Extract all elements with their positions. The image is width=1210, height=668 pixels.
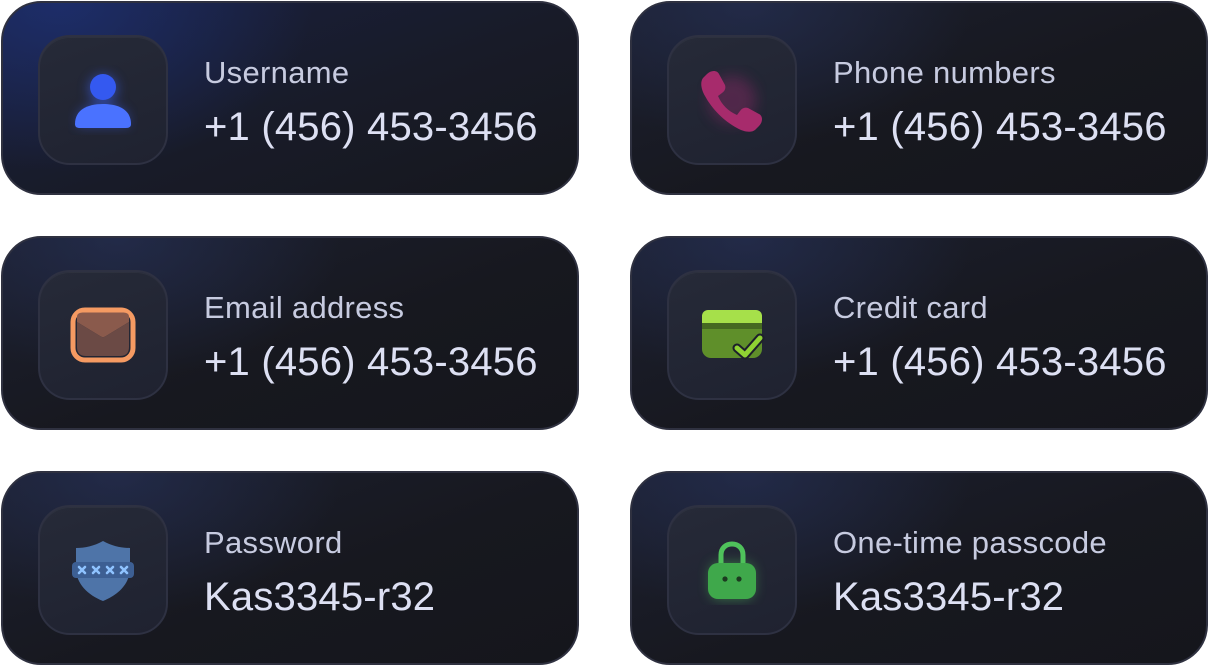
user-icon — [75, 74, 131, 128]
email-address-value: +1 (456) 453-3456 — [204, 340, 538, 384]
username-value: +1 (456) 453-3456 — [204, 105, 538, 149]
phone-icon-tile — [667, 35, 797, 165]
one-time-passcode-label: One-time passcode — [833, 525, 1107, 560]
email-address-label: Email address — [204, 290, 405, 325]
username-icon-tile — [38, 35, 168, 165]
one-time-passcode-value: Kas3345-r32 — [833, 575, 1065, 619]
credit-card-label: Credit card — [833, 290, 988, 325]
username-card[interactable]: Username +1 (456) 453-3456 — [1, 1, 579, 195]
password-icon-tile — [38, 505, 168, 635]
username-label: Username — [204, 55, 350, 90]
phone-numbers-value: +1 (456) 453-3456 — [833, 105, 1167, 149]
one-time-passcode-icon-tile — [667, 505, 797, 635]
credit-card-icon-tile — [667, 270, 797, 400]
credential-card-grid: Username +1 (456) 453-3456 Phone numbers… — [0, 0, 1210, 668]
shield-password-icon — [72, 541, 134, 601]
email-icon-tile — [38, 270, 168, 400]
phone-numbers-label: Phone numbers — [833, 55, 1056, 90]
email-address-card[interactable]: Email address +1 (456) 453-3456 — [1, 236, 579, 430]
phone-numbers-card[interactable]: Phone numbers +1 (456) 453-3456 — [630, 1, 1208, 195]
password-card[interactable]: Password Kas3345-r32 — [1, 471, 579, 665]
padlock-icon — [708, 541, 756, 599]
credit-card-check-icon — [702, 310, 765, 360]
credit-card-card[interactable]: Credit card +1 (456) 453-3456 — [630, 236, 1208, 430]
password-label: Password — [204, 525, 343, 560]
phone-icon — [701, 71, 762, 132]
envelope-icon — [70, 307, 136, 363]
credit-card-value: +1 (456) 453-3456 — [833, 340, 1167, 384]
one-time-passcode-card[interactable]: One-time passcode Kas3345-r32 — [630, 471, 1208, 665]
password-value: Kas3345-r32 — [204, 575, 436, 619]
